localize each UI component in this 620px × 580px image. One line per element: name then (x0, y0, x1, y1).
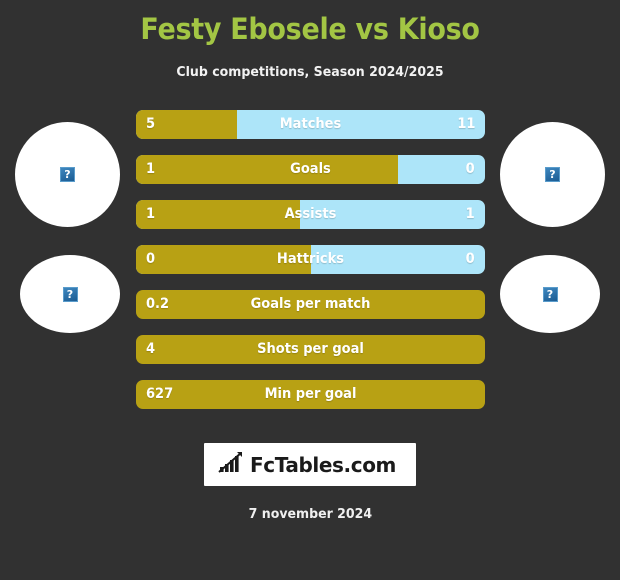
stat-row: 0.2 Goals per match (136, 290, 485, 319)
broken-image-icon: ? (62, 286, 78, 302)
stat-row: 1 Goals 0 (136, 155, 485, 184)
stat-label: Hattricks (276, 251, 345, 267)
stat-row: 627 Min per goal (136, 380, 485, 409)
stat-row: 1 Assists 1 (136, 200, 485, 229)
generated-date: 7 november 2024 (248, 506, 372, 522)
avatar-right-club-logo: ? (500, 255, 600, 333)
comparison-area: ? ? ? ? 5 Matches 11 1 Goals 0 1 Assists 1 0 Hattr… (0, 110, 620, 440)
stat-label: Assists (284, 206, 337, 222)
avatar-left-club-logo: ? (20, 255, 120, 333)
stat-value-right: 11 (456, 116, 475, 132)
stat-bars-list: 5 Matches 11 1 Goals 0 1 Assists 1 0 Hattricks 0 0.2… (136, 110, 485, 425)
stat-value-right: 0 (465, 161, 475, 177)
page-title: Festy Ebosele vs Kioso (140, 12, 480, 46)
page-header: Festy Ebosele vs Kioso Club competitions… (0, 0, 620, 82)
page-subtitle: Club competitions, Season 2024/2025 (176, 64, 444, 80)
avatar-right-player-photo: ? (500, 122, 605, 227)
broken-image-icon: ? (542, 286, 558, 302)
stat-label: Min per goal (264, 386, 357, 402)
broken-image-glyph: ? (546, 287, 554, 301)
bar-chart-trend-icon (218, 451, 244, 478)
avatar-left-player-photo: ? (15, 122, 120, 227)
stat-value-right: 1 (465, 206, 475, 222)
stat-label: Goals per match (250, 296, 371, 312)
stat-row: 4 Shots per goal (136, 335, 485, 364)
broken-image-icon: ? (60, 167, 75, 182)
stat-row: 0 Hattricks 0 (136, 245, 485, 274)
stat-label: Goals (290, 161, 331, 177)
broken-image-icon: ? (545, 167, 560, 182)
broken-image-glyph: ? (64, 168, 71, 181)
fctables-logo-text: FcTables.com (250, 452, 396, 477)
broken-image-glyph: ? (66, 287, 74, 301)
broken-image-glyph: ? (549, 168, 556, 181)
stat-label: Matches (279, 116, 342, 132)
stat-row: 5 Matches 11 (136, 110, 485, 139)
fctables-logo[interactable]: FcTables.com (204, 443, 416, 486)
stat-value-right: 0 (465, 251, 475, 267)
page-footer: FcTables.com 7 november 2024 (0, 443, 620, 523)
stat-label: Shots per goal (257, 341, 364, 357)
